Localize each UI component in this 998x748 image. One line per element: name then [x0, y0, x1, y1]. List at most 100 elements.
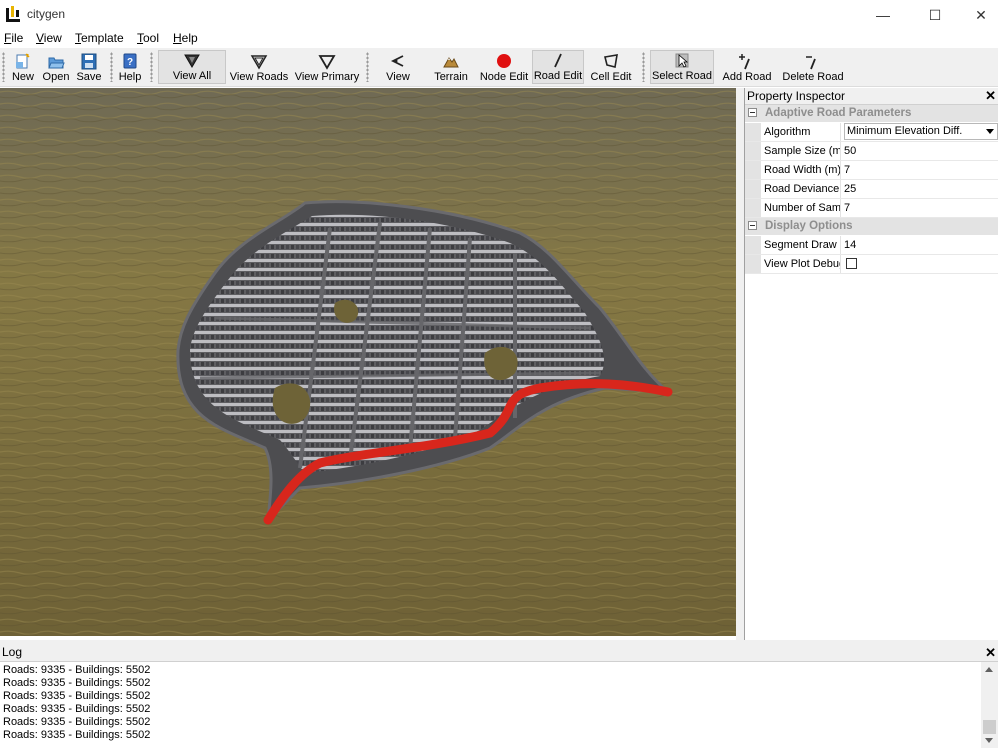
view-primary-icon — [318, 55, 336, 70]
road-edit-icon — [554, 53, 562, 68]
help-button[interactable]: ? Help — [116, 50, 144, 84]
menu-view[interactable]: View — [36, 31, 62, 45]
scroll-up-icon[interactable] — [985, 667, 993, 672]
maximize-button[interactable]: ☐ — [912, 0, 958, 30]
log-line: Roads: 9335 - Buildings: 5502 — [3, 729, 151, 741]
3d-viewport[interactable] — [0, 88, 736, 636]
property-inspector: Property Inspector ✕ Adaptive Road Param… — [744, 88, 998, 640]
dropdown-arrow-icon[interactable] — [986, 129, 994, 134]
select-cursor-icon — [675, 53, 689, 68]
close-inspector-icon[interactable]: ✕ — [985, 88, 996, 104]
log-title: Log — [2, 645, 23, 659]
add-road-button[interactable]: Add Road — [720, 50, 774, 84]
view-all-icon — [184, 54, 200, 68]
property-row-segment-draw-size[interactable]: Segment Draw Size 14 — [745, 236, 998, 255]
inspector-title: Property Inspector — [747, 89, 846, 103]
inspector-header: Property Inspector ✕ — [745, 88, 998, 105]
algorithm-value: Minimum Elevation Diff. — [847, 125, 963, 137]
toolbar-grip[interactable] — [366, 52, 369, 82]
menu-help[interactable]: Help — [173, 31, 198, 45]
category-title: Display Options — [765, 220, 853, 232]
save-button[interactable]: Save — [74, 50, 104, 84]
log-line: Roads: 9335 - Buildings: 5502 — [3, 716, 151, 728]
close-button[interactable]: ✕ — [958, 0, 998, 30]
log-line: Roads: 9335 - Buildings: 5502 — [3, 703, 151, 715]
vertical-splitter[interactable] — [736, 88, 744, 640]
property-name: View Plot Debug — [764, 255, 841, 273]
property-name: Road Width (m) — [764, 161, 841, 179]
category-adaptive-road[interactable]: Adaptive Road Parameters — [745, 105, 998, 123]
collapse-icon[interactable] — [748, 221, 757, 230]
log-output[interactable]: Roads: 9335 - Buildings: 5502 Roads: 933… — [3, 664, 150, 742]
new-button[interactable]: New — [8, 50, 38, 84]
scroll-thumb[interactable] — [983, 720, 996, 734]
property-row-number-of-samples[interactable]: Number of Samples 7 — [745, 199, 998, 218]
open-button[interactable]: Open — [40, 50, 72, 84]
toolbar-grip[interactable] — [150, 52, 153, 82]
terrain-icon — [443, 57, 459, 68]
category-display-options[interactable]: Display Options — [745, 218, 998, 236]
property-name: Road Deviance — [764, 180, 841, 198]
view-tool-button[interactable]: View — [380, 50, 416, 84]
view-plot-debug-checkbox[interactable] — [846, 258, 857, 269]
property-row-view-plot-debug[interactable]: View Plot Debug — [745, 255, 998, 274]
help-book-icon: ? — [123, 53, 137, 69]
property-name: Segment Draw Size — [764, 236, 841, 254]
segment-draw-size-field[interactable]: 14 — [844, 236, 998, 254]
menu-file[interactable]: File — [4, 31, 23, 45]
property-name: Number of Samples — [764, 199, 841, 217]
view-primary-button[interactable]: View Primary — [294, 50, 360, 84]
property-row-sample-size[interactable]: Sample Size (m) 50 — [745, 142, 998, 161]
menu-tool[interactable]: Tool — [137, 31, 159, 45]
menu-template[interactable]: Template — [75, 31, 124, 45]
add-road-icon — [739, 54, 750, 70]
toolbar-grip[interactable] — [642, 52, 645, 82]
property-name: Algorithm — [764, 123, 841, 141]
log-header: Log ✕ — [0, 644, 998, 662]
app-icon — [6, 6, 20, 22]
minimize-icon: — — [876, 7, 890, 23]
view-all-button[interactable]: View All — [158, 50, 226, 84]
log-panel: Log ✕ Roads: 9335 - Buildings: 5502 Road… — [0, 644, 998, 748]
toolbar-grip[interactable] — [2, 52, 5, 82]
svg-text:?: ? — [127, 57, 133, 68]
log-scrollbar[interactable] — [981, 662, 998, 748]
cell-edit-icon — [604, 54, 618, 68]
sample-size-field[interactable]: 50 — [844, 142, 998, 160]
city-scene[interactable] — [0, 88, 736, 636]
view-roads-icon — [250, 55, 268, 70]
minimize-button[interactable]: — — [860, 0, 906, 30]
node-edit-button[interactable]: Node Edit — [478, 50, 530, 84]
delete-road-button[interactable]: Delete Road — [780, 50, 846, 84]
node-edit-icon — [497, 54, 511, 68]
select-road-button[interactable]: Select Road — [650, 50, 714, 84]
maximize-icon: ☐ — [928, 6, 942, 23]
cell-edit-button[interactable]: Cell Edit — [588, 50, 634, 84]
road-edit-button[interactable]: Road Edit — [532, 50, 584, 84]
camera-view-icon — [390, 55, 404, 67]
algorithm-select[interactable]: Minimum Elevation Diff. — [844, 123, 998, 140]
terrain-button[interactable]: Terrain — [430, 50, 472, 84]
new-file-icon — [16, 53, 30, 69]
view-roads-button[interactable]: View Roads — [228, 50, 290, 84]
close-log-icon[interactable]: ✕ — [985, 644, 996, 661]
log-line: Roads: 9335 - Buildings: 5502 — [3, 677, 151, 689]
road-deviance-field[interactable]: 25 — [844, 180, 998, 198]
property-row-road-deviance[interactable]: Road Deviance 25 — [745, 180, 998, 199]
delete-road-icon — [806, 56, 816, 70]
log-line: Roads: 9335 - Buildings: 5502 — [3, 690, 151, 702]
title-bar: citygen — ☐ ✕ — [0, 0, 998, 30]
property-name: Sample Size (m) — [764, 142, 841, 160]
save-disk-icon — [81, 53, 97, 70]
scroll-down-icon[interactable] — [985, 738, 993, 743]
window-title: citygen — [27, 7, 66, 21]
menu-bar: File View Template Tool Help — [0, 30, 998, 48]
toolbar-grip[interactable] — [110, 52, 113, 82]
log-line: Roads: 9335 - Buildings: 5502 — [3, 664, 151, 676]
road-width-field[interactable]: 7 — [844, 161, 998, 179]
collapse-icon[interactable] — [748, 108, 757, 117]
property-row-algorithm[interactable]: Algorithm Minimum Elevation Diff. — [745, 123, 998, 142]
property-row-road-width[interactable]: Road Width (m) 7 — [745, 161, 998, 180]
number-of-samples-field[interactable]: 7 — [844, 199, 998, 217]
close-icon: ✕ — [975, 6, 987, 23]
